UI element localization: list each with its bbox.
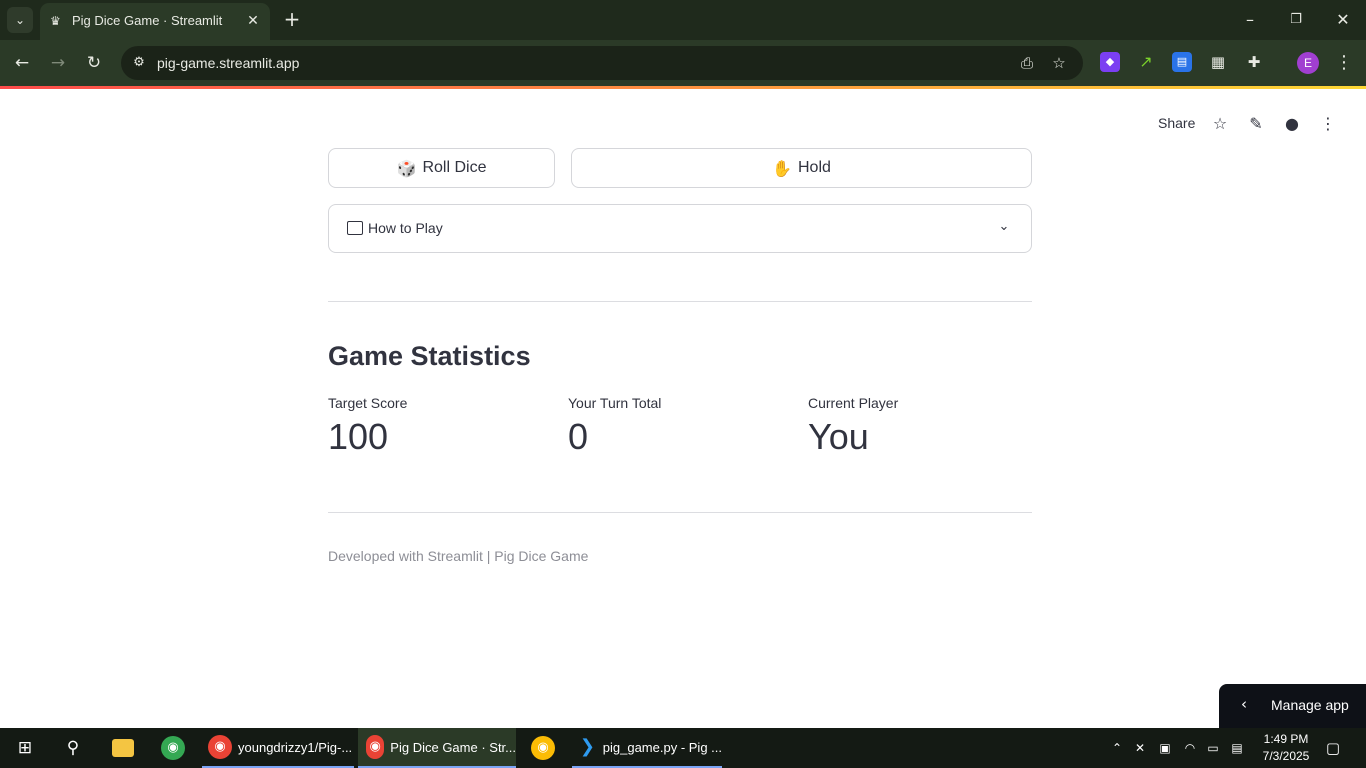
chevron-left-icon: ‹ [1241, 695, 1247, 713]
dice-icon: 🎲 [396, 158, 417, 178]
hand-icon: ✋ [772, 158, 792, 178]
chrome-icon: ◉ [531, 736, 555, 760]
game-statistics-heading: Game Statistics [328, 341, 531, 371]
start-button[interactable]: ⊞ [12, 728, 38, 768]
edit-pencil-icon[interactable]: ✎ [1245, 113, 1267, 135]
browser-tab-active[interactable]: ♛ Pig Dice Game · Streamlit ✕ [40, 3, 270, 40]
new-tab-button[interactable]: + [281, 8, 303, 30]
how-to-play-expander[interactable]: How to Play ⌄ [328, 204, 1032, 253]
clock-date: 7/3/2025 [1262, 749, 1310, 763]
current-player-label: Current Player [808, 395, 899, 411]
github-icon[interactable]: ● [1281, 113, 1303, 135]
chrome-taskbar-button-2[interactable]: ◉ [530, 728, 556, 768]
taskbar-clock[interactable]: 1:49 PM 7/3/2025 [1256, 731, 1316, 765]
extension-doc-icon[interactable]: ▤ [1172, 52, 1192, 72]
minimize-window-button[interactable]: – [1238, 8, 1262, 32]
turn-total-label: Your Turn Total [568, 395, 662, 411]
clock-time: 1:49 PM [1263, 732, 1309, 746]
roll-dice-button[interactable]: 🎲 Roll Dice [328, 148, 555, 188]
install-app-icon[interactable]: ⎙ [1016, 52, 1038, 74]
current-player-value: You [808, 416, 869, 457]
roll-dice-label: Roll Dice [422, 159, 487, 176]
hold-label: Hold [798, 159, 831, 176]
divider [328, 301, 1032, 302]
footer-caption: Developed with Streamlit | Pig Dice Game [328, 548, 589, 564]
volume-muted-icon[interactable]: ✕ [1131, 738, 1149, 758]
close-window-button[interactable]: ✕ [1331, 8, 1355, 32]
extension-qr-icon[interactable]: ▦ [1208, 52, 1228, 72]
extension-chart-icon[interactable]: ↗ [1136, 52, 1156, 72]
browser-toolbar: ← → ↻ ⚙ pig-game.streamlit.app ⎙ ☆ ◆ ↗ ▤… [0, 40, 1366, 86]
show-hidden-icons-chevron-icon[interactable]: ⌃ [1108, 738, 1126, 758]
forward-button[interactable]: → [46, 51, 70, 75]
taskbar-window-label: pig_game.py - Pig ... [602, 739, 722, 755]
chrome-profile-icon: ◉ [366, 735, 385, 759]
chrome-profile-icon: ◉ [208, 735, 232, 759]
wifi-icon[interactable]: ◠ [1181, 738, 1199, 758]
taskbar-window-vscode[interactable]: ❯ pig_game.py - Pig ... [572, 728, 722, 768]
notification-badge-icon[interactable]: ▤ [1228, 738, 1246, 758]
restore-window-button[interactable]: ❐ [1284, 8, 1308, 32]
folder-icon [112, 739, 134, 757]
reload-button[interactable]: ↻ [82, 51, 106, 75]
target-score-label: Target Score [328, 395, 408, 411]
url-text[interactable]: pig-game.streamlit.app [157, 55, 299, 71]
site-info-icon[interactable]: ⚙ [129, 53, 149, 73]
star-icon[interactable]: ☆ [1209, 113, 1231, 135]
turn-total-value: 0 [568, 416, 589, 457]
meet-now-icon[interactable]: ▣ [1156, 738, 1174, 758]
search-button[interactable]: ⚲ [60, 728, 86, 768]
chrome-menu-icon[interactable]: ⋮ [1333, 51, 1355, 75]
file-explorer-button[interactable] [110, 728, 136, 768]
taskbar-window-label: youngdrizzy1/Pig-... [238, 739, 353, 755]
streamlit-app: Share ☆ ✎ ● ⋮ 🎲 Roll Dice ✋ Hold How to … [0, 89, 1366, 728]
taskbar-window-pig-game[interactable]: ◉ Pig Dice Game · Str... [358, 728, 516, 768]
chevron-down-icon: ⌄ [998, 219, 1010, 234]
manage-app-label: Manage app [1271, 697, 1349, 713]
extension-icon[interactable]: ◆ [1100, 52, 1120, 72]
taskbar-window-github[interactable]: ◉ youngdrizzy1/Pig-... [202, 728, 354, 768]
windows-taskbar: ⊞ ⚲ ◉ ◉ youngdrizzy1/Pig-... ◉ Pig Dice … [0, 728, 1366, 768]
app-menu-icon[interactable]: ⋮ [1317, 113, 1339, 135]
notification-center-icon[interactable]: ▢ [1324, 738, 1342, 758]
target-score-value: 100 [328, 416, 389, 457]
divider [328, 512, 1032, 513]
search-icon: ⚲ [66, 738, 80, 758]
profile-avatar[interactable]: E [1297, 52, 1319, 74]
streamlit-favicon-icon: ♛ [50, 14, 61, 28]
taskbar-window-label: Pig Dice Game · Str... [390, 739, 516, 755]
close-tab-icon[interactable]: ✕ [244, 12, 262, 30]
vscode-icon: ❯ [579, 736, 595, 757]
extensions-puzzle-icon[interactable]: ✚ [1244, 52, 1264, 72]
manage-app-button[interactable]: ‹ Manage app [1219, 684, 1366, 728]
windows-logo-icon: ⊞ [17, 738, 33, 758]
browser-tab-strip: ⌄ ♛ Pig Dice Game · Streamlit ✕ + – ❐ ✕ [0, 0, 1366, 40]
bookmark-star-icon[interactable]: ☆ [1048, 52, 1070, 74]
chrome-icon: ◉ [161, 736, 185, 760]
hold-button[interactable]: ✋ Hold [571, 148, 1032, 188]
share-button[interactable]: Share [1158, 115, 1195, 131]
book-icon [347, 221, 363, 235]
address-bar[interactable]: ⚙ pig-game.streamlit.app ⎙ ☆ [121, 46, 1083, 80]
back-button[interactable]: ← [10, 51, 34, 75]
tab-title: Pig Dice Game · Streamlit [72, 13, 223, 28]
chrome-taskbar-button[interactable]: ◉ [160, 728, 186, 768]
battery-icon[interactable]: ▭ [1204, 738, 1222, 758]
tab-search-button[interactable]: ⌄ [7, 7, 33, 33]
expander-label: How to Play [368, 220, 443, 236]
